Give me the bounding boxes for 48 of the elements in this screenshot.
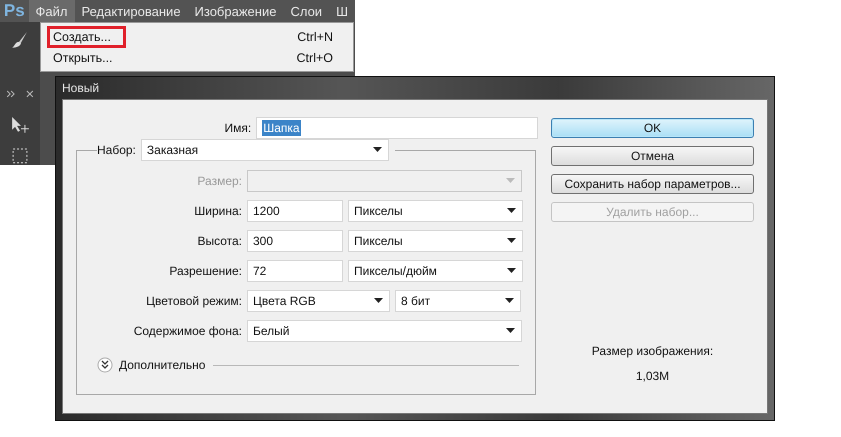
number-input[interactable]: 300 [247,230,343,252]
dropdown-arrow-icon [505,298,514,304]
dropdown-arrow-icon [372,147,382,153]
menu-item[interactable]: Изображение [188,0,284,22]
field-label: Ширина: [193,204,242,218]
dialog-button[interactable]: Сохранить набор параметров... [551,174,754,194]
dropdown[interactable]: Белый [247,320,522,342]
dropdown-arrow-icon [507,268,516,274]
dropdown[interactable]: Пикселы/дюйм [348,260,523,282]
menu-item[interactable]: Ш [329,0,355,22]
panel-controls-icon[interactable] [5,90,35,98]
field-label: Размер: [196,174,242,188]
field-label: Имя: [224,121,252,135]
move-tool-icon[interactable] [10,116,30,134]
expand-chevron-icon[interactable] [97,357,113,373]
dropdown-arrow-icon [374,298,383,304]
field-label: Содержимое фона: [132,324,242,338]
field-label: Разрешение: [168,264,242,278]
field-label: Набор: [97,143,136,157]
app-logo: Ps [2,0,26,22]
dialog-title: Новый [62,81,100,95]
shortcut-text: Ctrl+O [296,50,333,64]
image-size-value: 1,03M [636,369,670,383]
section-label: Дополнительно [119,358,206,372]
dropdown[interactable]: Заказная [140,139,389,161]
name-input[interactable]: Шапка [256,117,538,139]
dropdown[interactable]: Пикселы [348,200,523,222]
dialog-button[interactable]: Отмена [551,146,754,166]
field-label: Высота: [196,234,242,248]
dropdown[interactable]: Пикселы [348,230,523,252]
menu-item[interactable]: Слои [283,0,330,22]
menu-item[interactable]: Редактирование [74,0,188,22]
menu-entry[interactable]: Создать... [47,26,126,48]
dropdown-arrow-icon [506,178,515,184]
menu-item[interactable]: Файл [28,0,75,22]
dropdown-arrow-icon [507,208,516,214]
shortcut-text: Ctrl+N [297,30,333,44]
menu-entry[interactable]: Открыть... [47,48,119,68]
image-size-label: Размер изображения: [592,344,714,358]
dropdown-arrow-icon [507,238,516,244]
number-input[interactable]: 1200 [247,200,343,222]
dialog-button[interactable]: OK [551,118,754,138]
marquee-icon[interactable] [11,147,29,165]
dropdown-arrow-icon [506,328,515,334]
number-input[interactable]: 72 [247,260,343,282]
dropdown[interactable]: Цвета RGB [247,290,390,312]
dropdown[interactable]: 8 бит [395,290,521,312]
field-label: Цветовой режим: [145,294,242,308]
